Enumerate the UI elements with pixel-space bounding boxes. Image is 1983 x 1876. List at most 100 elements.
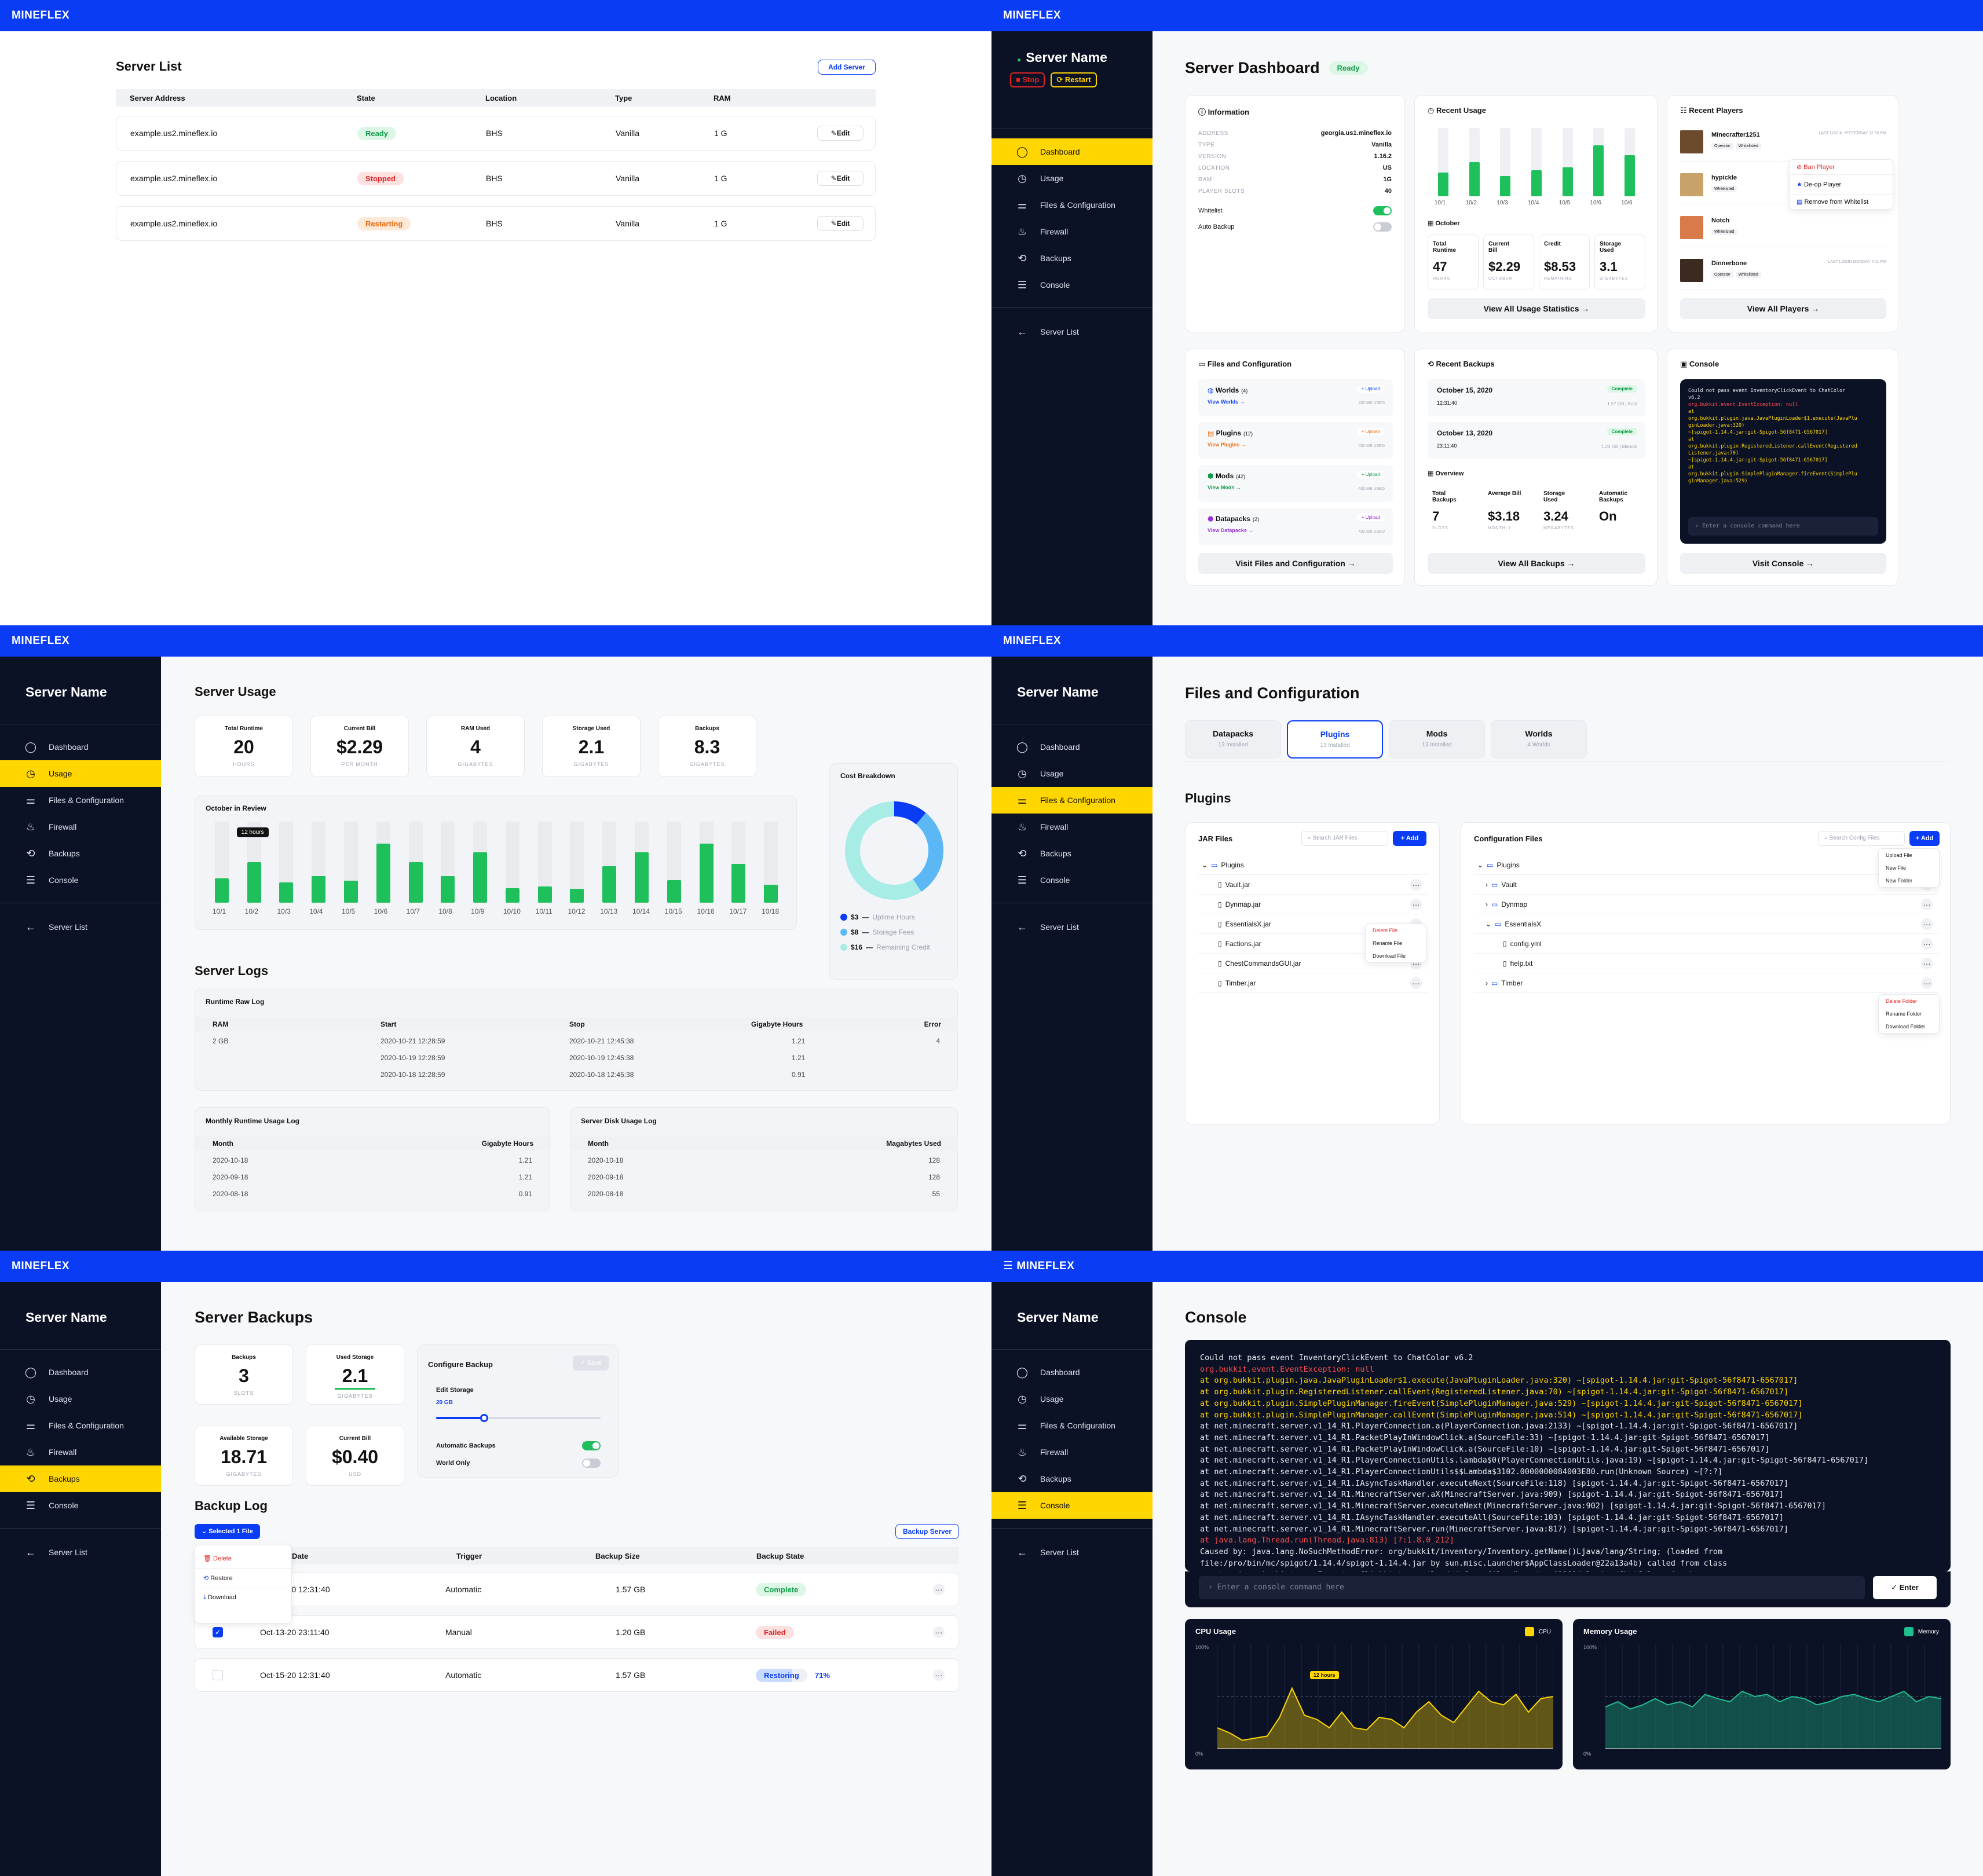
- rename-file-item[interactable]: Rename File: [1366, 937, 1426, 950]
- download-file-item[interactable]: Download File: [1366, 950, 1426, 962]
- stop-button[interactable]: ■ Stop: [1010, 72, 1045, 87]
- sidebar-item-firewall[interactable]: ♨ Firewall: [0, 814, 161, 840]
- save-button[interactable]: ✓ Save: [573, 1355, 609, 1371]
- tree-folder[interactable]: › ▭ Timber…: [1474, 973, 1938, 993]
- sidebar-item-console[interactable]: ☰ Console: [0, 1492, 161, 1519]
- table-row[interactable]: example.us2.mineflex.io Stopped BHS Vanilla…: [116, 161, 876, 196]
- ban-player-item[interactable]: ⊘ Ban Player: [1790, 160, 1893, 174]
- slider-handle[interactable]: [480, 1414, 488, 1422]
- view-link[interactable]: View Mods →: [1208, 485, 1241, 490]
- table-row[interactable]: example.us2.mineflex.io Ready BHS Vanilla 1 …: [116, 116, 876, 151]
- rename-folder-item[interactable]: Rename Folder: [1879, 1007, 1939, 1020]
- view-players-button[interactable]: View All Players →: [1680, 298, 1886, 319]
- upload-button[interactable]: + Upload: [1356, 514, 1385, 521]
- sidebar-item-server-list[interactable]: ← Server List: [991, 914, 1153, 940]
- row-checkbox[interactable]: ✓: [213, 1627, 223, 1637]
- restart-button[interactable]: ⟳ Restart: [1051, 72, 1097, 87]
- sidebar-item-firewall[interactable]: ♨ Firewall: [991, 1439, 1153, 1465]
- sidebar-item-backups[interactable]: ⟲ Backups: [991, 1465, 1153, 1492]
- more-icon[interactable]: …: [933, 1584, 945, 1595]
- sidebar-item-console[interactable]: ☰ Console: [991, 867, 1153, 893]
- table-row[interactable]: example.us2.mineflex.io Restarting BHS Vani…: [116, 206, 876, 241]
- view-link[interactable]: View Worlds →: [1208, 399, 1245, 405]
- tree-folder[interactable]: ⌄ ▭ Plugins: [1474, 855, 1938, 875]
- sidebar-item-dashboard[interactable]: ◯ Dashboard: [991, 138, 1153, 165]
- view-backups-button[interactable]: View All Backups →: [1428, 553, 1645, 574]
- sidebar-item-usage[interactable]: ◷ Usage: [991, 1386, 1153, 1412]
- whitelist-toggle[interactable]: [1373, 206, 1392, 215]
- tree-file[interactable]: ▯ Vault.jar…: [1198, 875, 1428, 895]
- sidebar-item-backups[interactable]: ⟲ Backups: [0, 840, 161, 867]
- enter-button[interactable]: ✓ Enter: [1873, 1576, 1937, 1599]
- sidebar-item-files[interactable]: ⚌ Files & Configuration: [991, 1412, 1153, 1439]
- sidebar-item-firewall[interactable]: ♨ Firewall: [991, 814, 1153, 840]
- menu-icon[interactable]: ☰: [1003, 1260, 1016, 1272]
- restore-item[interactable]: ⟲ Restore: [195, 1568, 291, 1588]
- automatic-backups-toggle[interactable]: [582, 1441, 601, 1450]
- more-icon[interactable]: …: [1921, 977, 1933, 989]
- delete-folder-item[interactable]: Delete Folder: [1879, 995, 1939, 1007]
- tree-folder[interactable]: ›▭Vault…: [1474, 875, 1938, 895]
- download-item[interactable]: ⤓ Download: [195, 1588, 291, 1607]
- more-icon[interactable]: …: [1921, 918, 1933, 930]
- edit-button[interactable]: ✎ Edit: [817, 171, 864, 186]
- sidebar-item-usage[interactable]: ◷ Usage: [991, 165, 1153, 192]
- delete-item[interactable]: 🗑 Delete: [195, 1549, 291, 1568]
- tree-folder[interactable]: › ▭ Dynmap…: [1474, 895, 1938, 914]
- config-add-button[interactable]: + Add: [1909, 831, 1940, 846]
- sidebar-item-files[interactable]: ⚌ Files & Configuration: [0, 787, 161, 814]
- sidebar-item-files[interactable]: ⚌ Files & Configuration: [991, 787, 1153, 814]
- sidebar-item-server-list[interactable]: ← Server List: [0, 1539, 161, 1566]
- sidebar-item-console[interactable]: ☰ Console: [991, 1492, 1153, 1519]
- edit-button[interactable]: ✎ Edit: [817, 216, 864, 231]
- sidebar-item-dashboard[interactable]: ◯ Dashboard: [991, 734, 1153, 760]
- sidebar-item-console[interactable]: ☰ Console: [0, 867, 161, 893]
- view-link[interactable]: View Plugins →: [1208, 442, 1246, 448]
- sidebar-item-console[interactable]: ☰ Console: [991, 272, 1153, 298]
- sidebar-item-dashboard[interactable]: ◯ Dashboard: [0, 1359, 161, 1386]
- tree-file[interactable]: ▯ Timber.jar…: [1198, 973, 1428, 993]
- visit-console-button[interactable]: Visit Console →: [1680, 553, 1886, 574]
- more-icon[interactable]: …: [1921, 898, 1933, 910]
- tab-plugins[interactable]: Plugins 13 Installed: [1287, 720, 1383, 759]
- console-input[interactable]: › Enter a console command here: [1688, 517, 1878, 536]
- sidebar-item-dashboard[interactable]: ◯ Dashboard: [0, 734, 161, 760]
- tree-file[interactable]: ▯ config.yml…: [1474, 934, 1938, 954]
- sidebar-item-usage[interactable]: ◷ Usage: [0, 760, 161, 787]
- tree-folder[interactable]: ⌄ ▭ Plugins: [1198, 855, 1428, 875]
- row-checkbox[interactable]: [213, 1670, 223, 1680]
- tree-folder[interactable]: ⌄ ▭ EssentialsX…: [1474, 914, 1938, 934]
- sidebar-item-dashboard[interactable]: ◯ Dashboard: [991, 1359, 1153, 1386]
- jar-add-button[interactable]: + Add: [1393, 831, 1426, 846]
- more-icon[interactable]: …: [1921, 957, 1933, 969]
- delete-file-item[interactable]: Delete File: [1366, 924, 1426, 937]
- sidebar-item-backups[interactable]: ⟲ Backups: [991, 245, 1153, 272]
- sidebar-item-server-list[interactable]: ← Server List: [991, 1539, 1153, 1566]
- sidebar-item-files[interactable]: ⚌ Files & Configuration: [991, 192, 1153, 218]
- new-file-item[interactable]: New File: [1879, 862, 1939, 874]
- sidebar-item-usage[interactable]: ◷ Usage: [991, 760, 1153, 787]
- more-icon[interactable]: …: [1410, 878, 1422, 891]
- jar-search-input[interactable]: ⌕ Search JAR Files: [1301, 831, 1388, 846]
- more-icon[interactable]: …: [1410, 977, 1422, 989]
- tree-file[interactable]: ▯ Dynmap.jar…: [1198, 895, 1428, 914]
- selected-files-dropdown[interactable]: ⌄ Selected 1 File: [195, 1524, 260, 1539]
- edit-button[interactable]: ✎ Edit: [817, 126, 864, 141]
- deop-player-item[interactable]: ★ De-op Player: [1790, 174, 1893, 194]
- upload-button[interactable]: + Upload: [1356, 385, 1385, 393]
- new-folder-item[interactable]: New Folder: [1879, 874, 1939, 887]
- more-icon[interactable]: …: [933, 1626, 945, 1638]
- console-command-input[interactable]: › Enter a console command here: [1199, 1576, 1865, 1599]
- sidebar-item-usage[interactable]: ◷ Usage: [0, 1386, 161, 1412]
- remove-whitelist-item[interactable]: ▤ Remove from Whitelist: [1790, 194, 1893, 209]
- tab-datapacks[interactable]: Datapacks 13 Installed: [1185, 720, 1281, 759]
- more-icon[interactable]: …: [933, 1669, 945, 1681]
- auto-backup-toggle[interactable]: [1373, 222, 1392, 232]
- tab-worlds[interactable]: Worlds 4 Worlds: [1491, 720, 1587, 759]
- download-folder-item[interactable]: Download Folder: [1879, 1020, 1939, 1033]
- sidebar-item-backups[interactable]: ⟲ Backups: [991, 840, 1153, 867]
- sidebar-item-files[interactable]: ⚌ Files & Configuration: [0, 1412, 161, 1439]
- config-search-input[interactable]: ⌕ Search Config Files: [1818, 831, 1905, 846]
- sidebar-item-firewall[interactable]: ♨ Firewall: [0, 1439, 161, 1465]
- tab-mods[interactable]: Mods 13 Installed: [1389, 720, 1485, 759]
